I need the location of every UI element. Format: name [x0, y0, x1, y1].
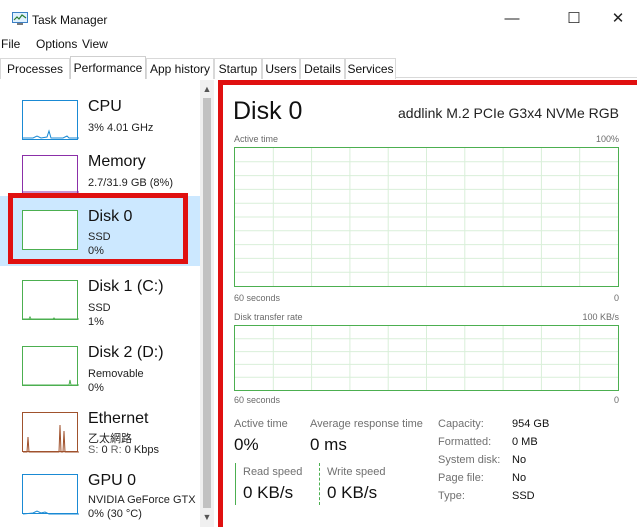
menu-file[interactable]: File — [1, 37, 20, 51]
sidebar-item-label: Memory — [88, 153, 146, 170]
send-value: 0 — [101, 444, 108, 456]
tab-users[interactable]: Users — [262, 58, 300, 79]
tab-strip: Processes Performance App history Startu… — [0, 56, 637, 79]
sidebar-item-throughput: S: 0 R: 0 Kbps — [88, 444, 159, 456]
sidebar-scrollbar[interactable]: ▲ ▼ — [200, 80, 214, 527]
receive-label: R: — [110, 444, 122, 456]
sidebar-item-disk-2[interactable]: Disk 2 (D:) Removable 0% — [0, 332, 200, 398]
menu-view[interactable]: View — [82, 37, 108, 51]
send-label: S: — [88, 444, 99, 456]
task-manager-icon — [12, 12, 28, 25]
title-bar: Task Manager — ☐ ✕ — [0, 0, 637, 34]
close-button[interactable]: ✕ — [596, 4, 637, 32]
tab-processes[interactable]: Processes — [0, 58, 70, 79]
sidebar-item-label: Ethernet — [88, 410, 149, 427]
scroll-down-arrow-icon[interactable]: ▼ — [200, 510, 214, 524]
scrollbar-thumb[interactable] — [203, 98, 211, 508]
sidebar-item-type: Removable — [88, 368, 144, 380]
highlight-box-main — [218, 80, 637, 527]
cpu-thumbnail-graph — [22, 100, 79, 140]
sidebar-item-type: SSD — [88, 302, 111, 314]
tab-startup[interactable]: Startup — [214, 58, 262, 79]
tab-services[interactable]: Services — [345, 58, 396, 79]
window-title: Task Manager — [32, 13, 108, 27]
sidebar-item-ethernet[interactable]: Ethernet 乙太網路 S: 0 R: 0 Kbps — [0, 398, 200, 464]
gpu-thumbnail-graph — [22, 474, 79, 515]
sidebar-item-label: Disk 1 (C:) — [88, 278, 164, 295]
maximize-button[interactable]: ☐ — [552, 4, 596, 32]
sidebar-item-disk-1[interactable]: Disk 1 (C:) SSD 1% — [0, 266, 200, 332]
minimize-button[interactable]: — — [490, 4, 534, 32]
disk-1-thumbnail-graph — [22, 280, 79, 320]
disk-2-thumbnail-graph — [22, 346, 79, 386]
sidebar-item-usage: 0% (30 °C) — [88, 508, 142, 520]
tab-performance[interactable]: Performance — [70, 56, 146, 79]
ethernet-thumbnail-graph — [22, 412, 79, 453]
sidebar-item-gpu-0[interactable]: GPU 0 NVIDIA GeForce GTX 0% (30 °C) — [0, 460, 200, 526]
performance-sidebar: CPU 3% 4.01 GHz Memory 2.7/31.9 GB (8%) … — [0, 80, 214, 527]
menu-bar: File Options View — [0, 35, 637, 53]
sidebar-item-label: CPU — [88, 98, 122, 115]
sidebar-item-model: NVIDIA GeForce GTX — [88, 494, 196, 506]
tab-details[interactable]: Details — [300, 58, 345, 79]
memory-thumbnail-graph — [22, 155, 79, 195]
sidebar-item-usage: 1% — [88, 316, 104, 328]
receive-value: 0 Kbps — [124, 444, 159, 456]
menu-options[interactable]: Options — [36, 37, 77, 51]
tab-app-history[interactable]: App history — [146, 58, 214, 79]
sidebar-item-label: GPU 0 — [88, 472, 137, 489]
highlight-box-sidebar — [8, 193, 188, 264]
scroll-up-arrow-icon[interactable]: ▲ — [200, 82, 214, 96]
sidebar-item-usage: 0% — [88, 382, 104, 394]
sidebar-item-detail: 2.7/31.9 GB (8%) — [88, 177, 173, 189]
sidebar-item-detail: 3% 4.01 GHz — [88, 122, 154, 134]
sidebar-item-label: Disk 2 (D:) — [88, 344, 164, 361]
